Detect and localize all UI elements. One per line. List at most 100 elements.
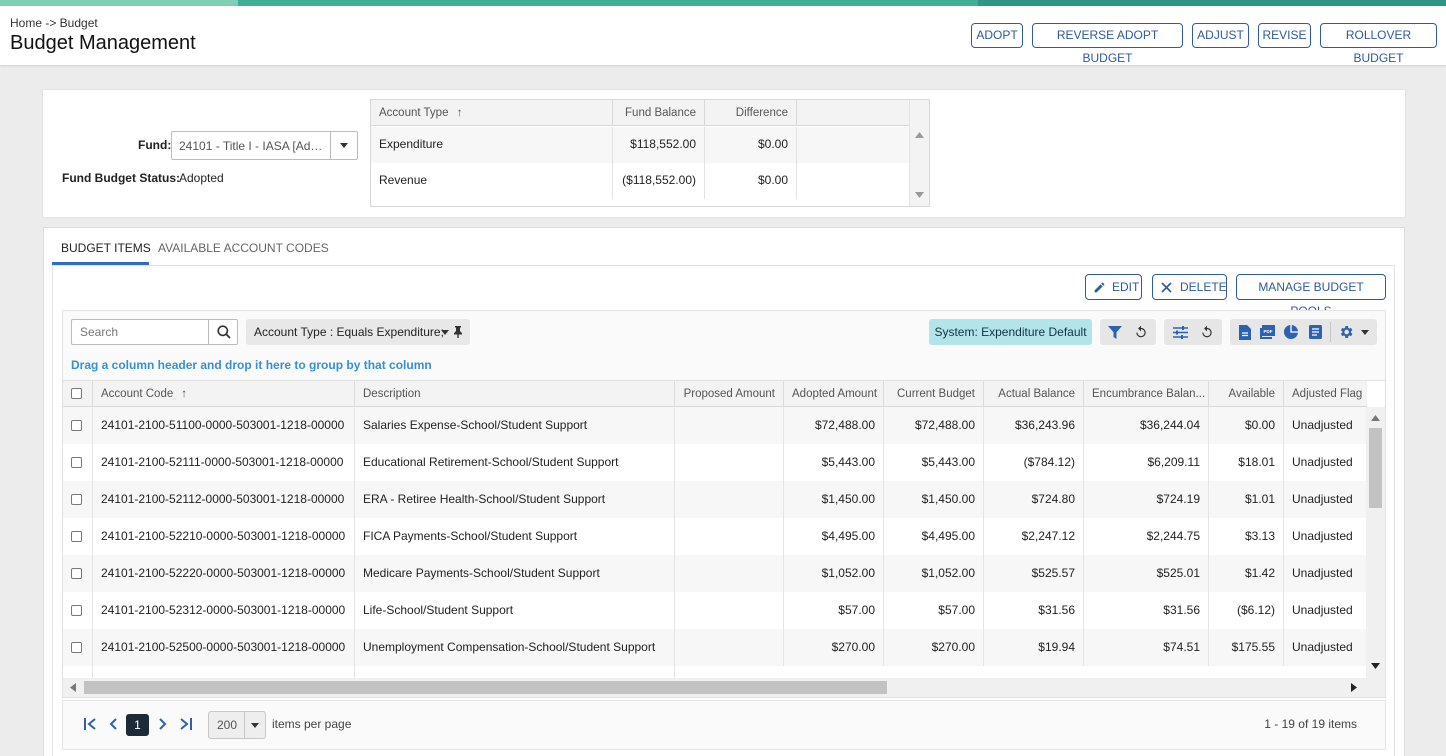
revise-button[interactable]: REVISE [1258, 23, 1311, 48]
scroll-up-icon[interactable] [1371, 415, 1380, 421]
delete-label: DELETE [1180, 280, 1227, 294]
grid-horizontal-scrollbar[interactable] [63, 678, 1385, 697]
header-account-code[interactable]: Account Code ↑ [93, 381, 355, 407]
row-checkbox[interactable] [71, 605, 82, 616]
table-row[interactable]: 24101-2100-51100-0000-503001-1218-00000 … [63, 407, 1367, 444]
svg-text:PDF: PDF [1263, 329, 1272, 334]
filter-button[interactable] [1102, 319, 1128, 345]
summary-header-difference[interactable]: Difference [705, 107, 788, 119]
summary-header-account-type[interactable]: Account Type ↑ [379, 107, 462, 119]
first-page-icon[interactable] [84, 718, 97, 730]
manage-budget-pools-button[interactable]: MANAGE BUDGET POOLS [1236, 274, 1386, 318]
vertical-scroll-thumb[interactable] [1369, 428, 1382, 508]
next-page-icon[interactable] [158, 718, 167, 730]
table-row[interactable]: 24101-2100-52500-0000-503001-1218-00000 … [63, 629, 1367, 666]
page-size-value: 200 [217, 718, 238, 732]
account-type-filter-chip[interactable]: Account Type : Equals Expenditure; [246, 319, 470, 345]
scroll-down-icon[interactable] [1371, 663, 1380, 669]
row-checkbox[interactable] [71, 494, 82, 505]
description-cell: ERA - Retiree Health-School/Student Supp… [355, 481, 675, 518]
group-by-hint[interactable]: Drag a column header and drop it here to… [71, 358, 432, 372]
summary-account-type: Revenue [379, 173, 428, 187]
reset-columns-button[interactable] [1194, 319, 1220, 345]
chart-view-button[interactable] [1278, 319, 1304, 345]
summary-scrollbar[interactable] [909, 100, 929, 206]
fund-label: Fund: [138, 138, 172, 152]
header-proposed-amount[interactable]: Proposed Amount [675, 381, 784, 407]
scroll-up-icon[interactable] [915, 132, 924, 138]
account-code-cell: 24101-2100-52312-0000-503001-1218-00000 [93, 592, 355, 629]
table-row[interactable]: 24101-2100-52112-0000-503001-1218-00000 … [63, 481, 1367, 518]
fund-select[interactable]: 24101 - Title I - IASA [Adopted] [171, 131, 358, 160]
summary-row[interactable]: Expenditure $118,552.00 $0.00 [371, 127, 909, 163]
row-checkbox[interactable] [71, 457, 82, 468]
scroll-left-icon[interactable] [70, 683, 76, 692]
pin-icon[interactable] [453, 326, 463, 338]
report-button[interactable] [1302, 319, 1328, 345]
delete-button[interactable]: DELETE [1152, 274, 1227, 300]
summary-header-label: Account Type [379, 107, 449, 119]
row-checkbox[interactable] [71, 420, 82, 431]
reverse-adopt-budget-button[interactable]: REVERSE ADOPT BUDGET [1032, 23, 1183, 65]
gear-icon [1340, 326, 1352, 338]
header-adopted-amount[interactable]: Adopted Amount [784, 381, 884, 407]
scroll-right-icon[interactable] [1351, 683, 1357, 692]
search-box[interactable] [71, 319, 238, 345]
export-pdf-button[interactable]: PDF [1254, 319, 1280, 345]
table-row[interactable]: 24101-2100-52220-0000-503001-1218-00000 … [63, 555, 1367, 592]
edit-button[interactable]: EDIT [1085, 274, 1142, 300]
adjust-button[interactable]: ADJUST [1192, 23, 1249, 48]
proposed-amount-cell [675, 518, 784, 555]
select-all-checkbox[interactable] [71, 388, 82, 399]
system-view-chip[interactable]: System: Expenditure Default [929, 319, 1092, 345]
chevron-down-icon[interactable] [441, 330, 449, 335]
tab-budget-items[interactable]: BUDGET ITEMS [61, 241, 151, 255]
summary-header-fund-balance[interactable]: Fund Balance [613, 107, 696, 119]
close-icon [1161, 282, 1172, 293]
grid-vertical-scrollbar[interactable] [1366, 407, 1385, 679]
settings-menu-button[interactable] [1333, 319, 1373, 345]
header-label: Account Code [101, 388, 174, 400]
filter-chip-label: Account Type : Equals Expenditure; [254, 325, 444, 339]
header-actual-balance[interactable]: Actual Balance [984, 381, 1084, 407]
page-size-select[interactable]: 200 [208, 711, 266, 739]
row-checkbox[interactable] [71, 568, 82, 579]
table-row[interactable]: 24101-2100-52312-0000-503001-1218-00000 … [63, 592, 1367, 629]
summary-difference: $0.00 [757, 137, 788, 151]
breadcrumb[interactable]: Home -> Budget [10, 16, 98, 30]
encumbrance-balance-cell: $6,209.11 [1084, 444, 1209, 481]
previous-page-icon[interactable] [109, 718, 118, 730]
header-encumbrance-balance[interactable]: Encumbrance Balan... [1084, 381, 1209, 407]
horizontal-scroll-thumb[interactable] [84, 681, 887, 694]
row-checkbox[interactable] [71, 642, 82, 653]
adopted-amount-cell: $72,488.00 [784, 407, 884, 444]
header-description[interactable]: Description [355, 381, 675, 407]
fund-dropdown-button[interactable] [330, 132, 357, 159]
table-row[interactable]: 24101-2100-52111-0000-503001-1218-00000 … [63, 444, 1367, 481]
encumbrance-balance-cell: $31.56 [1084, 592, 1209, 629]
tab-available-account-codes[interactable]: AVAILABLE ACCOUNT CODES [158, 241, 329, 255]
description-cell: FICA Payments-School/Student Support [355, 518, 675, 555]
summary-row[interactable]: Revenue ($118,552.00) $0.00 [371, 163, 909, 199]
account-code-cell: 24101-2100-52500-0000-503001-1218-00000 [93, 629, 355, 666]
current-page-button[interactable]: 1 [126, 714, 149, 736]
search-button[interactable] [208, 320, 237, 344]
grid-header-row: Account Code ↑ Description Proposed Amoun… [63, 381, 1367, 407]
column-settings-button[interactable] [1167, 319, 1193, 345]
fund-balance-grid: Account Type ↑ Fund Balance Difference E… [370, 99, 930, 207]
header-current-budget[interactable]: Current Budget [884, 381, 984, 407]
scroll-down-icon[interactable] [915, 192, 924, 198]
adopt-button[interactable]: ADOPT [971, 23, 1023, 48]
row-checkbox[interactable] [71, 531, 82, 542]
summary-fund-balance: $118,552.00 [630, 137, 696, 151]
actual-balance-cell: $724.80 [984, 481, 1084, 518]
current-budget-cell: $72,488.00 [884, 407, 984, 444]
reset-filter-button[interactable] [1128, 319, 1154, 345]
last-page-icon[interactable] [179, 718, 192, 730]
rollover-budget-button[interactable]: ROLLOVER BUDGET [1320, 23, 1437, 65]
search-input[interactable] [72, 320, 210, 344]
encumbrance-balance-cell: $2,244.75 [1084, 518, 1209, 555]
table-row[interactable]: 24101-2100-52210-0000-503001-1218-00000 … [63, 518, 1367, 555]
header-available[interactable]: Available [1209, 381, 1284, 407]
header-adjusted-flag[interactable]: Adjusted Flag [1284, 381, 1367, 407]
